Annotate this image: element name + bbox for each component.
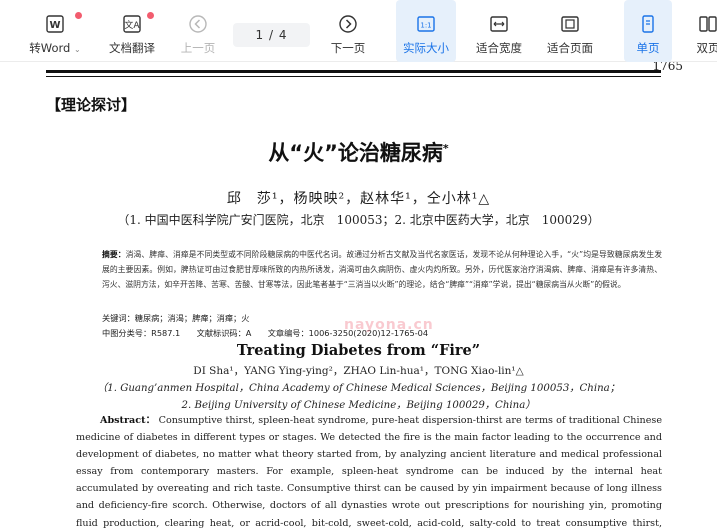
- chinese-abstract-label: 摘要：: [102, 250, 126, 259]
- english-affiliation-1: （1. Guang’anmen Hospital，China Academy o…: [97, 383, 620, 394]
- svg-text:1:1: 1:1: [420, 22, 431, 30]
- english-title: Treating Diabetes from “Fire”: [236, 342, 481, 359]
- fit-page-icon: [561, 16, 579, 32]
- english-authors: DI Sha¹，YANG Ying-ying²，ZHAO Lin-hua¹，TO…: [193, 365, 524, 377]
- fit-page-label: 适合页面: [547, 41, 593, 55]
- page-indicator[interactable]: 1 / 4: [233, 23, 310, 47]
- single-page-label: 单页: [636, 41, 660, 55]
- prev-page-icon: [189, 15, 207, 33]
- actual-size-button[interactable]: 1:1 实际大小: [396, 0, 456, 62]
- word-icon: W: [46, 15, 64, 33]
- toolbar: W 转Word ⌄ 文A 文档翻译 上一页 1 / 4 下一页 1:1 实际大小…: [0, 0, 717, 62]
- single-page-icon: [642, 15, 654, 33]
- convert-to-word-label: 转Word: [29, 41, 71, 55]
- next-page-button[interactable]: 下一页: [322, 0, 374, 62]
- prev-page-button[interactable]: 上一页: [172, 0, 224, 62]
- double-page-icon: [699, 16, 717, 32]
- chinese-keywords: 关键词：糖尿病；消渴；脾瘅；消瘅；火: [102, 313, 250, 323]
- word-new-badge: [75, 12, 82, 19]
- header-rule-thin: [46, 76, 661, 77]
- english-abstract-label: Abstract：: [100, 415, 156, 426]
- chinese-title-text: 从“火”论治糖尿病: [268, 141, 443, 165]
- double-page-label: 双页: [696, 41, 717, 55]
- fit-width-button[interactable]: 适合宽度: [470, 0, 528, 62]
- fit-page-button[interactable]: 适合页面: [541, 0, 599, 62]
- translate-new-badge: [147, 12, 154, 19]
- chinese-abstract-text: 消渴、脾瘅、消瘅是不同类型或不同阶段糖尿病的中医代名词。故通过分析古文献及当代名…: [102, 250, 662, 290]
- fit-width-icon: [490, 16, 508, 32]
- next-page-icon: [339, 15, 357, 33]
- translate-icon: 文A: [123, 15, 141, 33]
- header-rule-thick: [46, 70, 661, 73]
- actual-size-label: 实际大小: [403, 41, 449, 55]
- english-abstract-text: Consumptive thirst, spleen-heat syndrome…: [76, 415, 662, 529]
- single-page-button[interactable]: 单页: [624, 0, 672, 62]
- chevron-down-icon: ⌄: [74, 45, 81, 54]
- chinese-abstract: 摘要：消渴、脾瘅、消瘅是不同类型或不同阶段糖尿病的中医代名词。故通过分析古文献及…: [102, 247, 662, 293]
- prev-page-label: 上一页: [180, 41, 216, 55]
- chinese-affiliation: （1. 中国中医科学院广安门医院，北京 100053；2. 北京中医药大学，北京…: [117, 213, 600, 227]
- watermark: nayona.cn: [344, 317, 434, 333]
- translate-button[interactable]: 文A 文档翻译: [104, 0, 160, 62]
- next-page-label: 下一页: [330, 41, 366, 55]
- fit-width-label: 适合宽度: [476, 41, 522, 55]
- title-footnote-mark: *: [442, 142, 449, 155]
- english-affiliation-2: 2. Beijing University of Chinese Medicin…: [181, 400, 536, 411]
- svg-text:W: W: [49, 20, 60, 31]
- section-tag: 【理论探讨】: [46, 96, 137, 114]
- actual-size-icon: 1:1: [417, 16, 435, 32]
- english-abstract: Abstract： Consumptive thirst, spleen-hea…: [76, 412, 662, 532]
- document-page: 1765 【理论探讨】 从“火”论治糖尿病* 邱 莎¹，杨映映²，赵林华¹，仝小…: [0, 62, 717, 532]
- double-page-button[interactable]: 双页: [688, 0, 717, 62]
- translate-label: 文档翻译: [109, 41, 155, 55]
- svg-text:文A: 文A: [124, 19, 140, 31]
- convert-to-word-button[interactable]: W 转Word ⌄: [24, 0, 86, 62]
- chinese-title: 从“火”论治糖尿病*: [0, 137, 717, 167]
- chinese-authors: 邱 莎¹，杨映映²，赵林华¹，仝小林¹△: [226, 191, 491, 207]
